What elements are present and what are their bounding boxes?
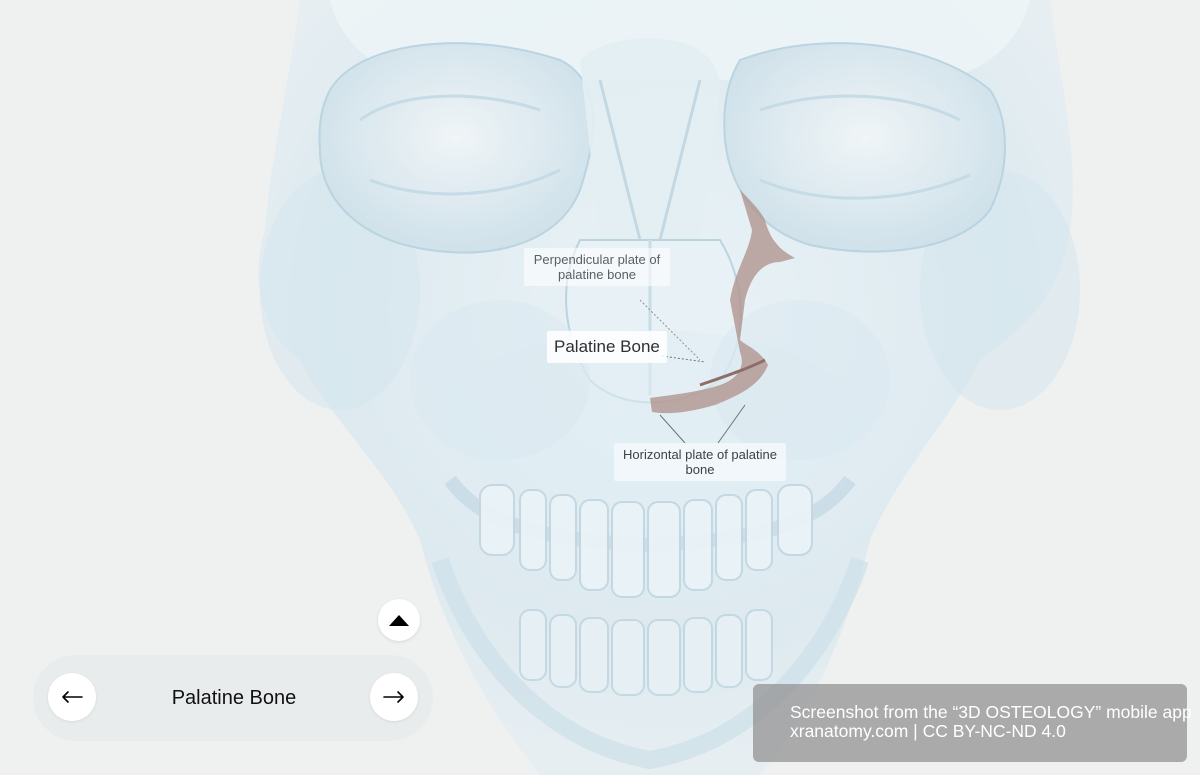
label-selected-bone[interactable]: Palatine Bone bbox=[547, 331, 667, 363]
credit-line-1: Screenshot from the “3D OSTEOLOGY” mobil… bbox=[790, 702, 1192, 722]
credit-line-2: xranatomy.com | CC BY-NC-ND 4.0 bbox=[790, 721, 1066, 741]
current-bone-title: Palatine Bone bbox=[171, 687, 297, 709]
caret-up-icon bbox=[389, 614, 409, 626]
arrow-right-icon bbox=[383, 691, 404, 703]
arrow-left-icon bbox=[62, 691, 83, 703]
previous-bone-button[interactable] bbox=[48, 673, 96, 721]
credit-watermark: Screenshot from the “3D OSTEOLOGY” mobil… bbox=[753, 684, 1192, 762]
expand-panel-button[interactable] bbox=[378, 599, 420, 641]
next-bone-button[interactable] bbox=[370, 673, 418, 721]
label-perpendicular-plate[interactable]: Perpendicular plate of palatine bone bbox=[524, 248, 670, 286]
label-horizontal-plate[interactable]: Horizontal plate of palatine bone bbox=[614, 443, 786, 481]
bone-navigator: Palatine Bone bbox=[33, 655, 433, 741]
viewer-stage[interactable]: Perpendicular plate of palatine bone Pal… bbox=[0, 0, 1200, 775]
